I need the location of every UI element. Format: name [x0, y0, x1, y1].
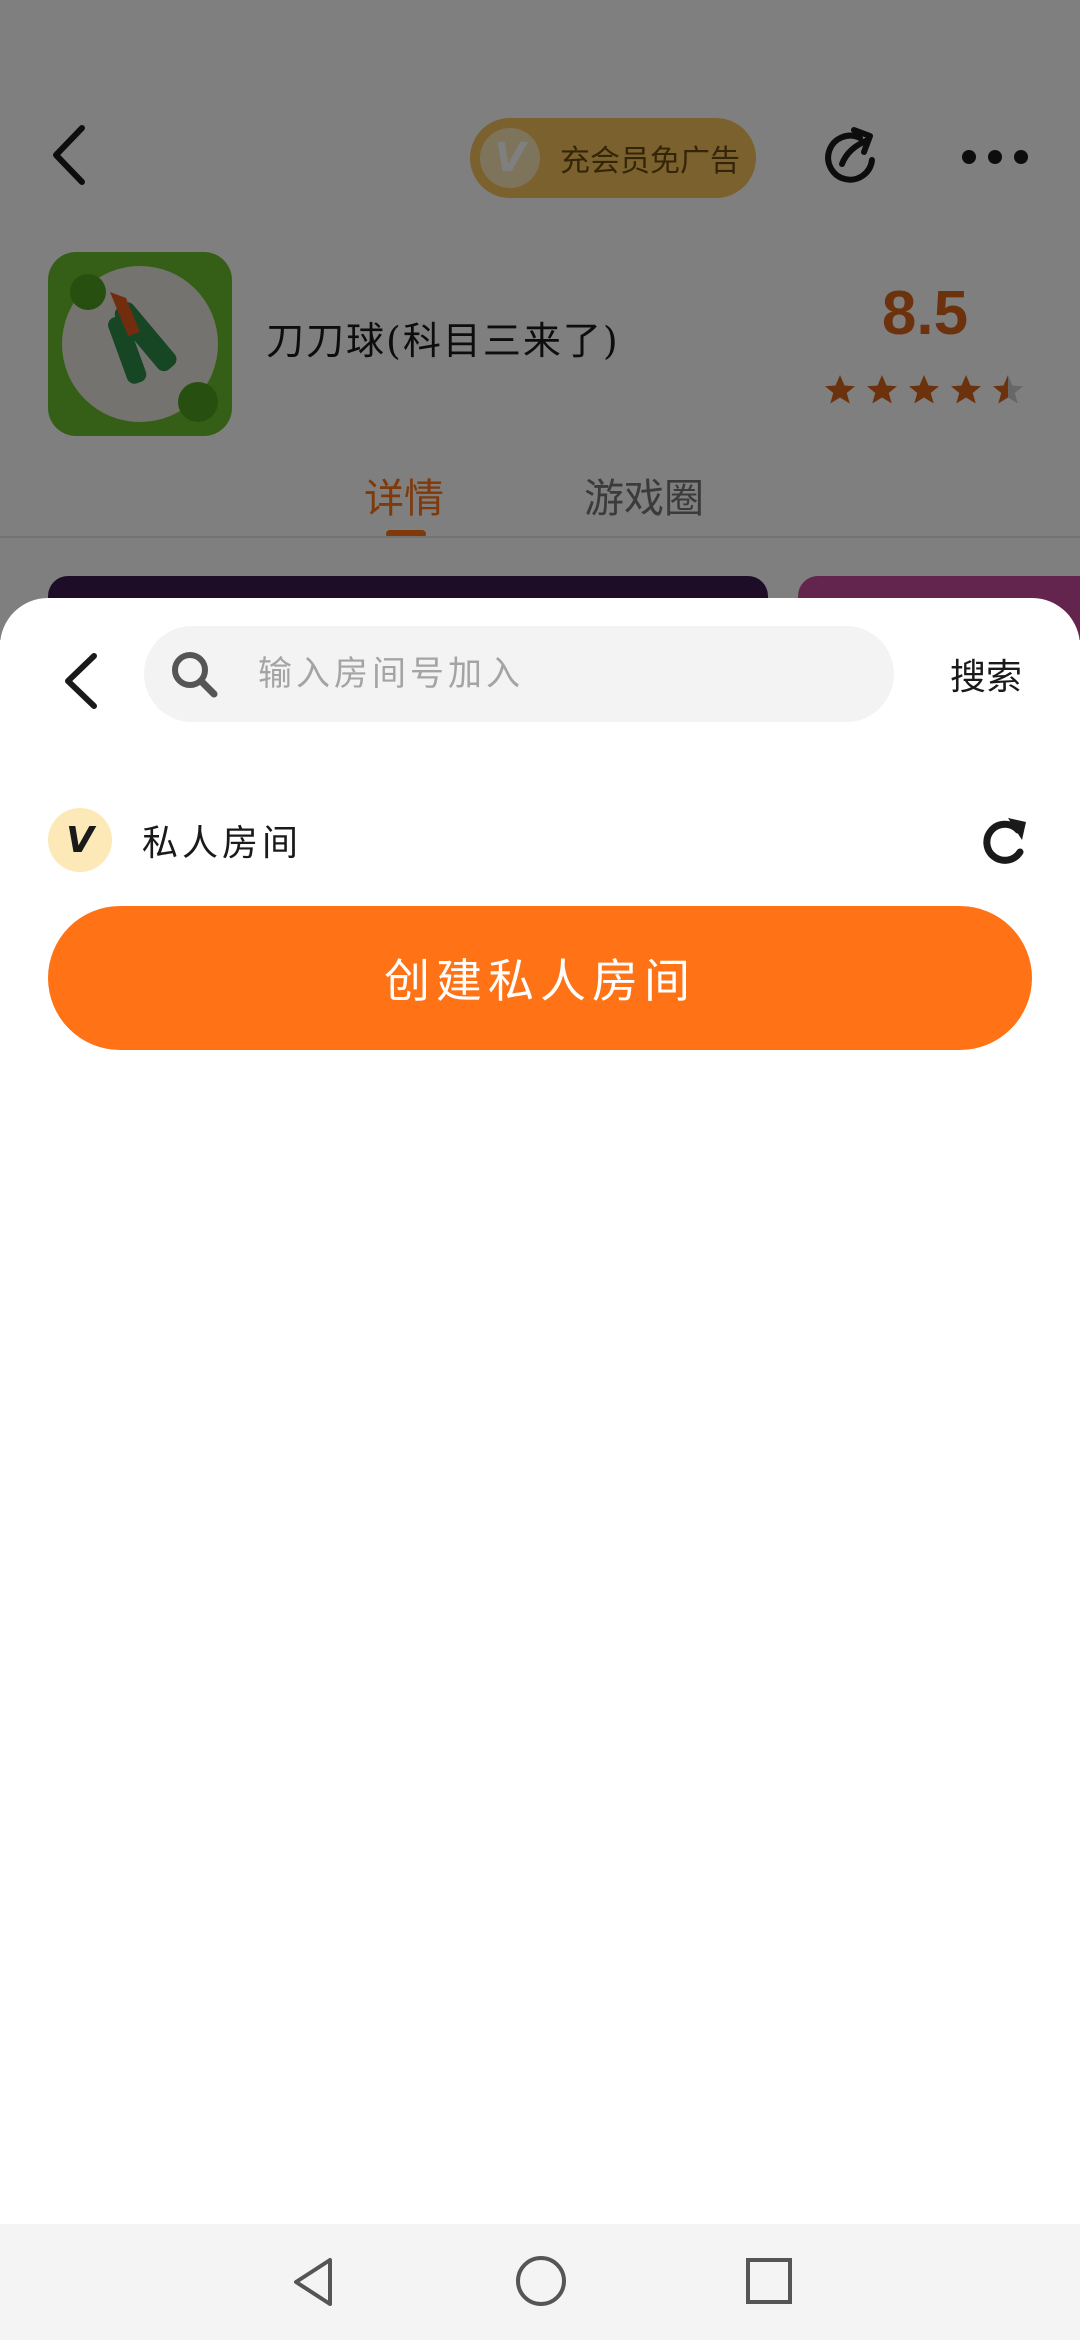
modal-overlay[interactable]: [0, 0, 1080, 640]
room-number-input[interactable]: [258, 654, 818, 694]
system-nav-bar: [0, 2224, 1080, 2340]
room-sheet: 搜索 V 私人房间 创建私人房间: [0, 598, 1080, 2224]
search-icon: [172, 652, 218, 698]
refresh-icon[interactable]: [976, 814, 1032, 870]
nav-back-icon[interactable]: [286, 2254, 342, 2310]
private-rooms-header: V 私人房间: [48, 808, 1032, 872]
vip-badge-icon: V: [48, 808, 112, 872]
search-box: [144, 626, 894, 722]
search-button[interactable]: 搜索: [950, 648, 1022, 700]
private-rooms-label: 私人房间: [142, 823, 303, 864]
back-arrow-icon[interactable]: [56, 646, 108, 716]
nav-recent-icon[interactable]: [744, 2256, 794, 2306]
nav-home-icon[interactable]: [514, 2254, 568, 2308]
create-private-room-button[interactable]: 创建私人房间: [48, 906, 1032, 1050]
